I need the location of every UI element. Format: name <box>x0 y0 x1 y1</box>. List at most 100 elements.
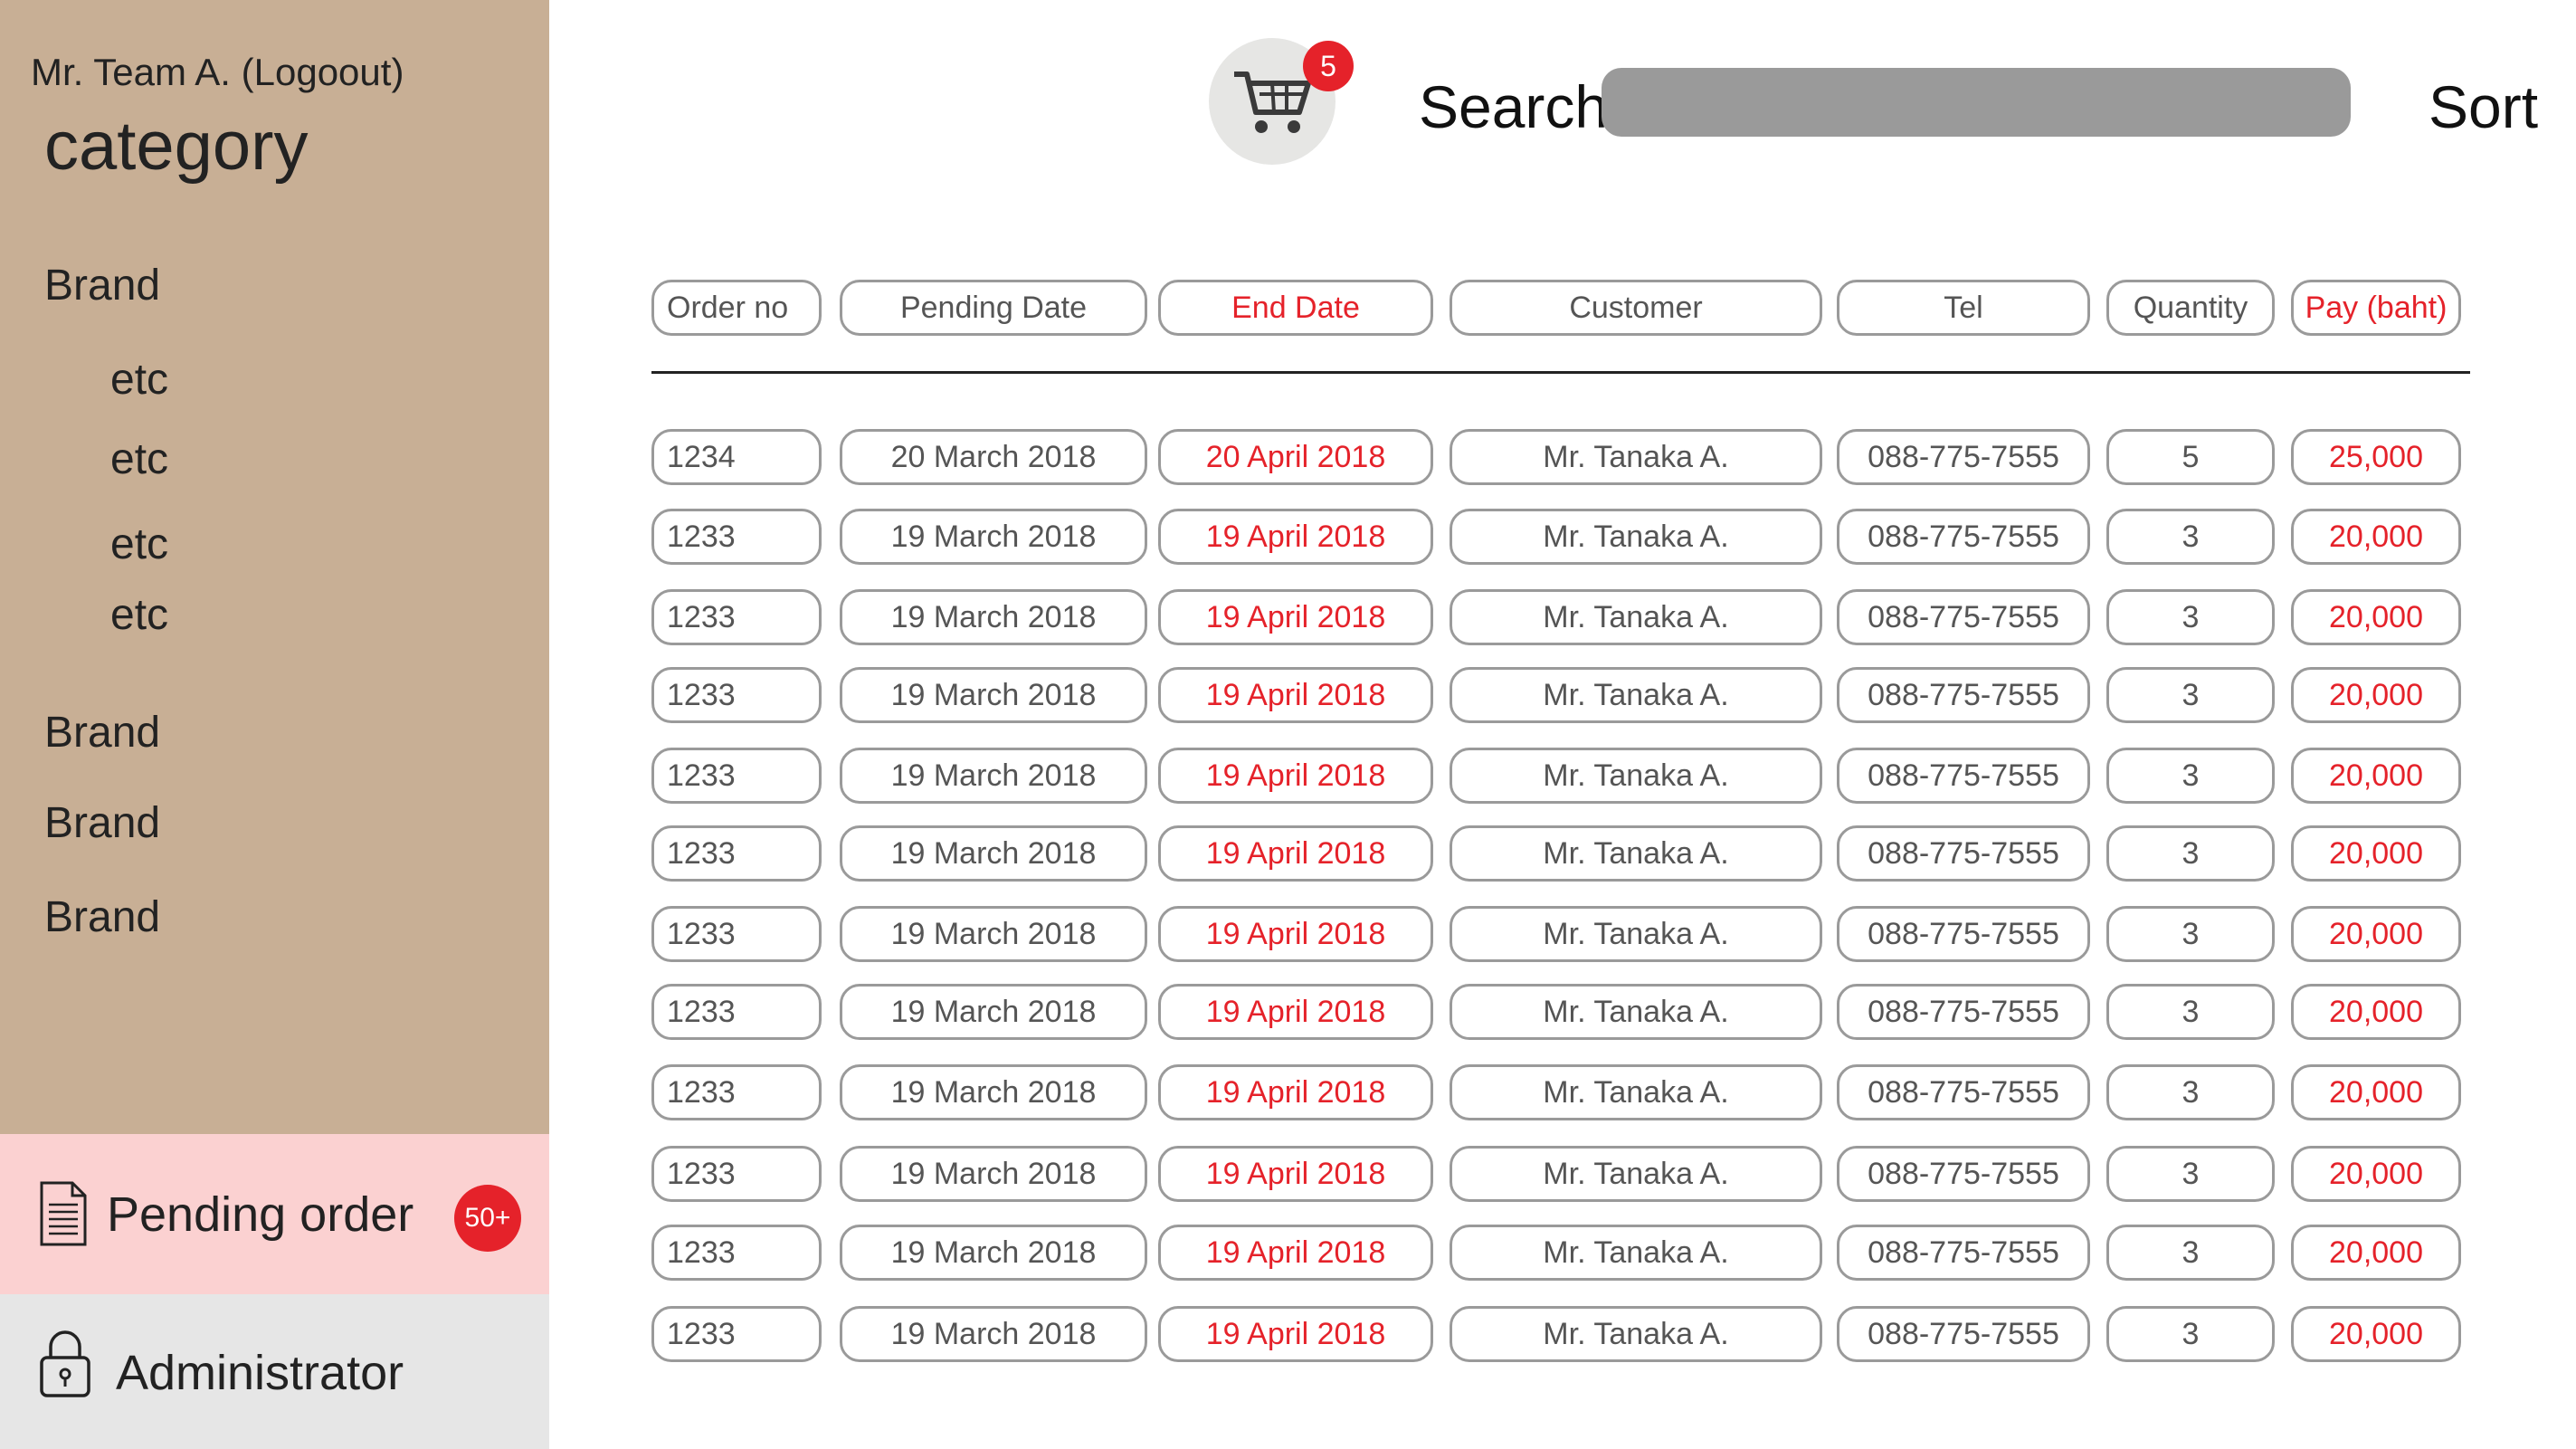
cell-tel: 088-775-7555 <box>1837 429 2090 485</box>
cell-customer: Mr. Tanaka A. <box>1450 1146 1822 1202</box>
cell-quantity: 3 <box>2106 984 2275 1040</box>
cell-end-date: 19 April 2018 <box>1158 589 1433 645</box>
cell-pay: 20,000 <box>2291 1225 2461 1281</box>
cell-order-no: 1233 <box>651 984 822 1040</box>
cell-order-no: 1233 <box>651 509 822 565</box>
cell-end-date: 19 April 2018 <box>1158 748 1433 804</box>
cell-quantity: 3 <box>2106 748 2275 804</box>
cell-pay: 20,000 <box>2291 825 2461 882</box>
column-header-pending-date[interactable]: Pending Date <box>840 280 1147 336</box>
cell-customer: Mr. Tanaka A. <box>1450 509 1822 565</box>
lock-icon <box>38 1327 92 1404</box>
cell-end-date: 20 April 2018 <box>1158 429 1433 485</box>
cell-customer: Mr. Tanaka A. <box>1450 1306 1822 1362</box>
cell-pay: 20,000 <box>2291 1306 2461 1362</box>
cell-tel: 088-775-7555 <box>1837 1225 2090 1281</box>
cell-customer: Mr. Tanaka A. <box>1450 906 1822 962</box>
cell-end-date: 19 April 2018 <box>1158 825 1433 882</box>
cell-tel: 088-775-7555 <box>1837 589 2090 645</box>
user-logout-link[interactable]: Mr. Team A. (Logoout) <box>31 51 404 94</box>
column-header-quantity[interactable]: Quantity <box>2106 280 2275 336</box>
cell-tel: 088-775-7555 <box>1837 1306 2090 1362</box>
cell-customer: Mr. Tanaka A. <box>1450 1064 1822 1120</box>
sidebar-item-brand[interactable]: Brand <box>44 708 160 758</box>
search-input[interactable] <box>1602 68 2351 137</box>
cell-customer: Mr. Tanaka A. <box>1450 748 1822 804</box>
cell-customer: Mr. Tanaka A. <box>1450 984 1822 1040</box>
cell-order-no: 1233 <box>651 1146 822 1202</box>
category-title: category <box>44 108 309 185</box>
pending-order-label: Pending order <box>107 1187 414 1242</box>
cell-pay: 20,000 <box>2291 1064 2461 1120</box>
sidebar-subitem-etc[interactable]: etc <box>110 355 168 405</box>
column-header-order-no[interactable]: Order no <box>651 280 822 336</box>
cell-pay: 20,000 <box>2291 748 2461 804</box>
cart-count-badge: 5 <box>1303 41 1354 91</box>
column-header-end-date[interactable]: End Date <box>1158 280 1433 336</box>
cell-pending-date: 19 March 2018 <box>840 1306 1147 1362</box>
cell-quantity: 5 <box>2106 429 2275 485</box>
cell-order-no: 1233 <box>651 748 822 804</box>
cell-customer: Mr. Tanaka A. <box>1450 589 1822 645</box>
cell-quantity: 3 <box>2106 1225 2275 1281</box>
column-header-customer[interactable]: Customer <box>1450 280 1822 336</box>
cell-end-date: 19 April 2018 <box>1158 1146 1433 1202</box>
cell-pending-date: 19 March 2018 <box>840 1225 1147 1281</box>
cell-tel: 088-775-7555 <box>1837 984 2090 1040</box>
cell-quantity: 3 <box>2106 589 2275 645</box>
column-header-tel[interactable]: Tel <box>1837 280 2090 336</box>
cell-pay: 20,000 <box>2291 667 2461 723</box>
pending-order-nav[interactable]: Pending order 50+ <box>0 1134 549 1294</box>
sidebar: Mr. Team A. (Logoout) category Brand etc… <box>0 0 549 1449</box>
cell-end-date: 19 April 2018 <box>1158 509 1433 565</box>
cell-quantity: 3 <box>2106 1146 2275 1202</box>
cell-pay: 20,000 <box>2291 589 2461 645</box>
cell-end-date: 19 April 2018 <box>1158 906 1433 962</box>
search-label: Search <box>1419 73 1609 140</box>
administrator-nav[interactable]: Administrator <box>0 1294 549 1449</box>
cell-pending-date: 19 March 2018 <box>840 906 1147 962</box>
sidebar-item-brand[interactable]: Brand <box>44 892 160 942</box>
cell-pending-date: 19 March 2018 <box>840 509 1147 565</box>
cell-order-no: 1234 <box>651 429 822 485</box>
cell-tel: 088-775-7555 <box>1837 509 2090 565</box>
cell-pending-date: 19 March 2018 <box>840 984 1147 1040</box>
document-icon <box>38 1179 89 1253</box>
cell-pay: 25,000 <box>2291 429 2461 485</box>
cell-tel: 088-775-7555 <box>1837 906 2090 962</box>
cell-end-date: 19 April 2018 <box>1158 984 1433 1040</box>
sidebar-item-brand[interactable]: Brand <box>44 261 160 310</box>
cell-tel: 088-775-7555 <box>1837 1146 2090 1202</box>
cell-order-no: 1233 <box>651 906 822 962</box>
cell-tel: 088-775-7555 <box>1837 825 2090 882</box>
cell-tel: 088-775-7555 <box>1837 1064 2090 1120</box>
pending-count-badge: 50+ <box>454 1185 521 1252</box>
cell-order-no: 1233 <box>651 667 822 723</box>
cart-icon <box>1234 71 1311 133</box>
cell-pending-date: 19 March 2018 <box>840 825 1147 882</box>
cell-quantity: 3 <box>2106 667 2275 723</box>
cell-pay: 20,000 <box>2291 906 2461 962</box>
cell-tel: 088-775-7555 <box>1837 748 2090 804</box>
sidebar-item-brand[interactable]: Brand <box>44 798 160 848</box>
cell-tel: 088-775-7555 <box>1837 667 2090 723</box>
sidebar-subitem-etc[interactable]: etc <box>110 434 168 484</box>
cell-quantity: 3 <box>2106 906 2275 962</box>
cell-pay: 20,000 <box>2291 1146 2461 1202</box>
administrator-label: Administrator <box>116 1346 404 1400</box>
column-header-pay[interactable]: Pay (baht) <box>2291 280 2461 336</box>
cell-order-no: 1233 <box>651 1064 822 1120</box>
sort-button[interactable]: Sort <box>2429 72 2538 141</box>
cell-customer: Mr. Tanaka A. <box>1450 825 1822 882</box>
cell-order-no: 1233 <box>651 825 822 882</box>
cell-order-no: 1233 <box>651 1225 822 1281</box>
cell-pending-date: 19 March 2018 <box>840 748 1147 804</box>
sidebar-subitem-etc[interactable]: etc <box>110 590 168 640</box>
sidebar-subitem-etc[interactable]: etc <box>110 520 168 569</box>
cell-quantity: 3 <box>2106 825 2275 882</box>
cell-customer: Mr. Tanaka A. <box>1450 667 1822 723</box>
cell-end-date: 19 April 2018 <box>1158 1306 1433 1362</box>
cell-pending-date: 19 March 2018 <box>840 1146 1147 1202</box>
cell-end-date: 19 April 2018 <box>1158 1225 1433 1281</box>
cell-pending-date: 19 March 2018 <box>840 1064 1147 1120</box>
